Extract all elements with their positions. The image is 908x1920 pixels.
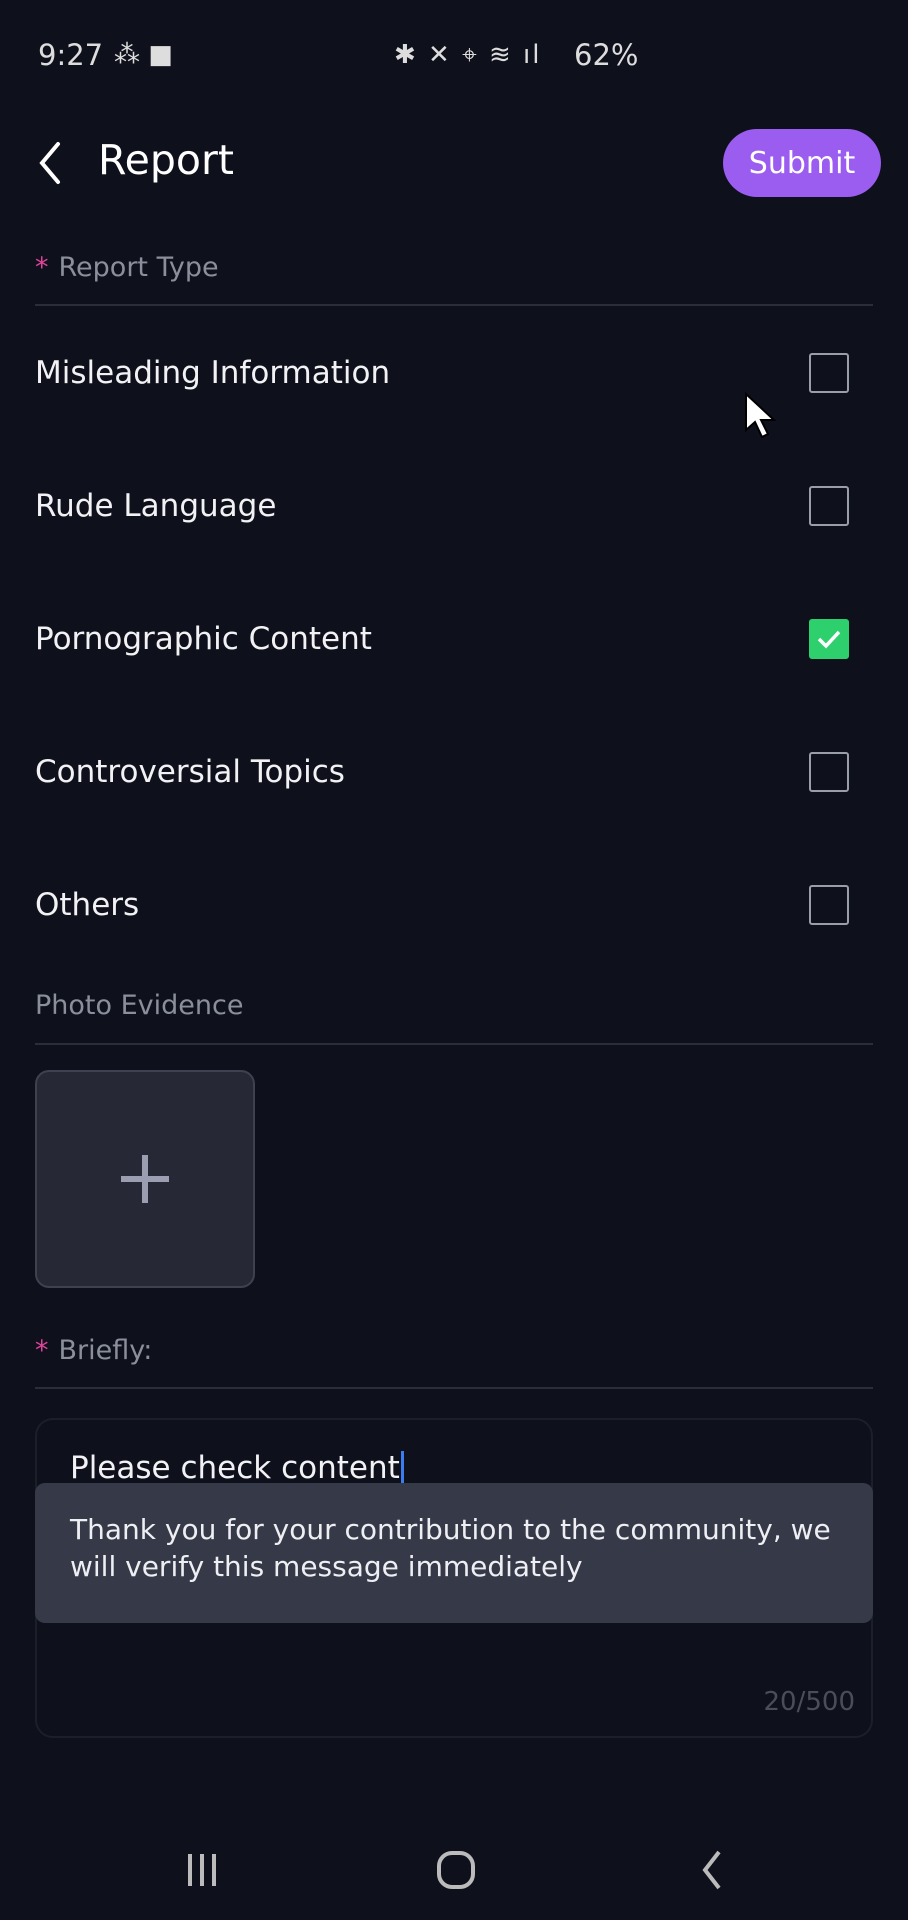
submit-button[interactable]: Submit: [723, 129, 881, 197]
divider: [35, 1387, 873, 1389]
briefly-text: Briefly:: [58, 1335, 153, 1366]
mouse-pointer-icon: [745, 392, 777, 439]
back-icon: [702, 1850, 721, 1890]
home-icon: [437, 1851, 475, 1889]
page-title: Report: [98, 136, 234, 184]
report-option-label: Misleading Information: [35, 355, 391, 391]
report-type-label: * Report Type: [35, 252, 219, 283]
description-text: Please check content: [70, 1450, 400, 1486]
briefly-label: * Briefly:: [35, 1335, 152, 1366]
recent-apps-button[interactable]: [172, 1840, 232, 1900]
divider: [35, 304, 873, 306]
checkbox[interactable]: [809, 353, 849, 393]
add-photo-button[interactable]: [35, 1070, 255, 1288]
battery-level: 62%: [574, 38, 639, 72]
status-time: 9:27: [38, 38, 104, 72]
system-icons: ✱ ✕ ⌖ ≋ ıl: [394, 40, 542, 70]
checkbox[interactable]: [809, 885, 849, 925]
required-mark: *: [35, 252, 49, 283]
notification-icons: ⁂ ■: [114, 40, 173, 70]
checkbox[interactable]: [809, 619, 849, 659]
report-option-label: Controversial Topics: [35, 754, 345, 790]
required-mark: *: [35, 1335, 49, 1366]
back-button[interactable]: [34, 138, 74, 188]
report-option[interactable]: Others: [35, 855, 873, 955]
toast-message: Thank you for your contribution to the c…: [35, 1483, 873, 1623]
photo-evidence-label: Photo Evidence: [35, 990, 244, 1021]
report-option-label: Pornographic Content: [35, 621, 372, 657]
report-option[interactable]: Controversial Topics: [35, 722, 873, 822]
home-button[interactable]: [426, 1840, 486, 1900]
report-type-text: Report Type: [58, 252, 219, 283]
report-option-label: Rude Language: [35, 488, 277, 524]
report-option-label: Others: [35, 887, 140, 923]
checkmark-icon: [817, 630, 841, 649]
recent-apps-icon: [188, 1854, 216, 1886]
status-bar: 9:27 ⁂ ■ ✱ ✕ ⌖ ≋ ıl 62%: [0, 36, 908, 76]
checkbox[interactable]: [809, 752, 849, 792]
system-back-button[interactable]: [681, 1840, 741, 1900]
report-option[interactable]: Pornographic Content: [35, 589, 873, 689]
chevron-left-icon: [39, 142, 60, 184]
checkbox[interactable]: [809, 486, 849, 526]
character-counter: 20/500: [763, 1687, 855, 1717]
report-option[interactable]: Rude Language: [35, 456, 873, 556]
divider: [35, 1043, 873, 1045]
plus-icon: [121, 1155, 169, 1203]
